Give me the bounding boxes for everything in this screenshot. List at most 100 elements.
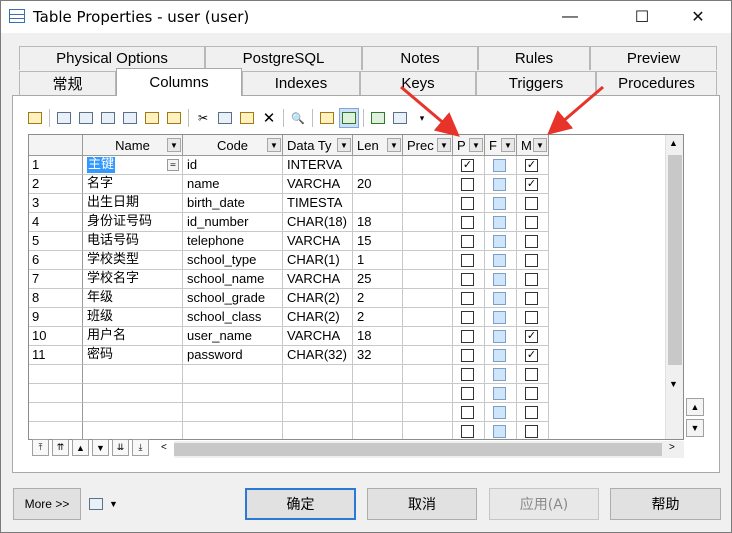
- add-columns-icon[interactable]: [98, 108, 118, 128]
- length-cell[interactable]: 25: [353, 270, 403, 289]
- tab-procedures[interactable]: Procedures: [596, 71, 717, 95]
- code-cell[interactable]: [183, 384, 283, 403]
- mandatory-checkbox[interactable]: [525, 292, 538, 305]
- header-length[interactable]: Len ▼: [353, 135, 403, 156]
- close-button[interactable]: ✕: [675, 1, 721, 33]
- copy-icon[interactable]: [215, 108, 235, 128]
- length-cell[interactable]: [353, 403, 403, 422]
- precision-cell[interactable]: [403, 327, 453, 346]
- tab-indexes[interactable]: Indexes: [242, 71, 360, 95]
- code-cell[interactable]: telephone: [183, 232, 283, 251]
- code-cell[interactable]: birth_date: [183, 194, 283, 213]
- length-cell[interactable]: 18: [353, 213, 403, 232]
- table-row[interactable]: [29, 365, 683, 384]
- primary-checkbox[interactable]: [461, 178, 474, 191]
- tab-postgresql[interactable]: PostgreSQL: [205, 46, 362, 70]
- paste-icon[interactable]: [237, 108, 257, 128]
- minimize-button[interactable]: —: [547, 1, 593, 33]
- length-cell[interactable]: 2: [353, 289, 403, 308]
- name-cell[interactable]: 出生日期: [83, 194, 183, 213]
- table-row[interactable]: [29, 403, 683, 422]
- ellipsis-icon[interactable]: =: [167, 159, 179, 171]
- horizontal-scrollbar[interactable]: [174, 441, 684, 458]
- foreign-checkbox[interactable]: [493, 235, 506, 248]
- primary-checkbox[interactable]: [461, 387, 474, 400]
- length-cell[interactable]: [353, 384, 403, 403]
- precision-cell[interactable]: [403, 308, 453, 327]
- primary-checkbox[interactable]: [461, 292, 474, 305]
- code-cell[interactable]: user_name: [183, 327, 283, 346]
- export-excel-icon[interactable]: [368, 108, 388, 128]
- print-menu-button[interactable]: ▼: [89, 494, 123, 514]
- move-bottom-button[interactable]: ▼: [686, 419, 704, 437]
- selected-name-text[interactable]: 主键: [87, 157, 116, 173]
- columns-grid[interactable]: Name ▼ Code ▼ Data Ty ▼ Len ▼ Prec ▼ P ▼ F ▼ M ▼…: [28, 134, 684, 440]
- data-type-cell[interactable]: CHAR(1): [283, 251, 353, 270]
- data-type-cell[interactable]: VARCHA: [283, 232, 353, 251]
- edit-icon[interactable]: [164, 108, 184, 128]
- mandatory-checkbox[interactable]: [525, 387, 538, 400]
- foreign-checkbox[interactable]: [493, 178, 506, 191]
- tab-rules[interactable]: Rules: [478, 46, 590, 70]
- primary-checkbox[interactable]: [461, 349, 474, 362]
- tab-keys[interactable]: Keys: [360, 71, 476, 95]
- data-type-cell[interactable]: VARCHA: [283, 175, 353, 194]
- foreign-checkbox[interactable]: [493, 406, 506, 419]
- primary-checkbox[interactable]: [461, 235, 474, 248]
- table-row[interactable]: 8 年级 school_grade CHAR(2) 2: [29, 289, 683, 308]
- customize-columns-icon[interactable]: [339, 108, 359, 128]
- primary-checkbox[interactable]: [461, 406, 474, 419]
- header-name[interactable]: Name ▼: [83, 135, 183, 156]
- filter-icon[interactable]: [317, 108, 337, 128]
- tab-triggers[interactable]: Triggers: [476, 71, 596, 95]
- length-cell[interactable]: [353, 156, 403, 175]
- data-type-cell[interactable]: CHAR(2): [283, 289, 353, 308]
- foreign-checkbox[interactable]: [493, 330, 506, 343]
- apply-button[interactable]: 应用(A): [489, 488, 599, 520]
- scrollbar-thumb[interactable]: [174, 443, 662, 456]
- data-type-cell[interactable]: CHAR(2): [283, 308, 353, 327]
- data-type-cell[interactable]: VARCHA: [283, 327, 353, 346]
- precision-cell[interactable]: [403, 270, 453, 289]
- code-cell[interactable]: id: [183, 156, 283, 175]
- tab-columns[interactable]: Columns: [116, 68, 242, 96]
- table-row[interactable]: 3 出生日期 birth_date TIMESTA: [29, 194, 683, 213]
- cut-icon[interactable]: ✂: [193, 108, 213, 128]
- length-cell[interactable]: 2: [353, 308, 403, 327]
- header-primary[interactable]: P ▼: [453, 135, 485, 156]
- mandatory-checkbox[interactable]: ✓: [525, 178, 538, 191]
- length-cell[interactable]: 15: [353, 232, 403, 251]
- precision-cell[interactable]: [403, 232, 453, 251]
- move-top-button[interactable]: ▲: [686, 398, 704, 416]
- foreign-checkbox[interactable]: [493, 197, 506, 210]
- data-type-cell[interactable]: [283, 422, 353, 439]
- table-row[interactable]: 11 密码 password CHAR(32) 32 ✓: [29, 346, 683, 365]
- name-cell[interactable]: [83, 403, 183, 422]
- code-cell[interactable]: [183, 422, 283, 439]
- data-type-cell[interactable]: [283, 365, 353, 384]
- foreign-checkbox[interactable]: [493, 368, 506, 381]
- precision-cell[interactable]: [403, 194, 453, 213]
- move-down-button[interactable]: ▼: [92, 439, 109, 456]
- code-cell[interactable]: [183, 403, 283, 422]
- code-cell[interactable]: id_number: [183, 213, 283, 232]
- data-type-cell[interactable]: [283, 403, 353, 422]
- move-last-button[interactable]: ⤓: [132, 439, 149, 456]
- precision-cell[interactable]: [403, 251, 453, 270]
- mandatory-checkbox[interactable]: [525, 273, 538, 286]
- foreign-checkbox[interactable]: [493, 292, 506, 305]
- precision-cell[interactable]: [403, 175, 453, 194]
- mandatory-checkbox[interactable]: [525, 406, 538, 419]
- precision-cell[interactable]: [403, 213, 453, 232]
- mandatory-checkbox[interactable]: [525, 311, 538, 324]
- table-row[interactable]: 9 班级 school_class CHAR(2) 2: [29, 308, 683, 327]
- foreign-checkbox[interactable]: [493, 159, 506, 172]
- chevron-down-icon[interactable]: ▼: [387, 138, 401, 152]
- precision-cell[interactable]: [403, 365, 453, 384]
- primary-checkbox[interactable]: [461, 197, 474, 210]
- name-cell[interactable]: 用户名: [83, 327, 183, 346]
- move-first-button[interactable]: ⤒: [32, 439, 49, 456]
- properties-icon[interactable]: [25, 108, 45, 128]
- more-button[interactable]: More >>: [13, 488, 81, 520]
- tab-general[interactable]: 常规: [19, 71, 116, 95]
